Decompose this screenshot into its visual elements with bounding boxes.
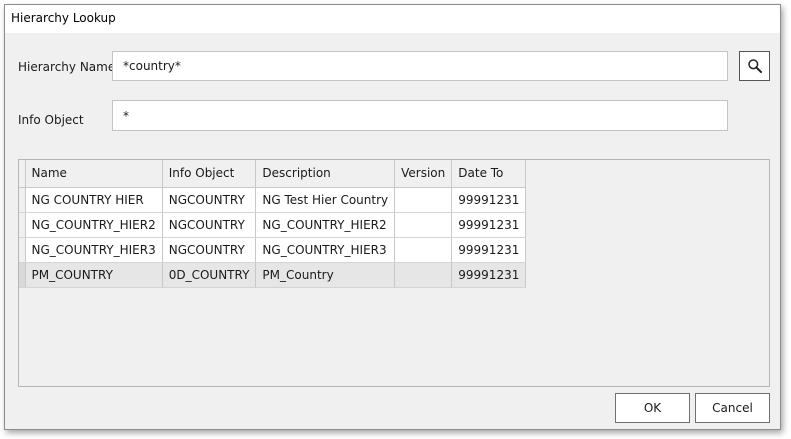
cell-name: NG_COUNTRY_HIER2	[25, 212, 163, 238]
hierarchy-name-label: Hierarchy Name	[18, 60, 116, 74]
search-button[interactable]	[739, 51, 770, 81]
cell-info-object: NGCOUNTRY	[162, 212, 257, 238]
table-header-row: Name Info Object Description Version Dat…	[19, 160, 527, 188]
column-header-version[interactable]: Version	[394, 160, 453, 188]
results-table: Name Info Object Description Version Dat…	[19, 160, 527, 288]
info-object-label: Info Object	[18, 113, 84, 127]
cell-name: NG_COUNTRY_HIER3	[25, 237, 163, 263]
cell-info-object: NGCOUNTRY	[162, 237, 257, 263]
table-row[interactable]: NG_COUNTRY_HIER2 NGCOUNTRY NG_COUNTRY_HI…	[19, 212, 527, 238]
column-header-name[interactable]: Name	[25, 160, 163, 188]
cell-info-object: 0D_COUNTRY	[162, 262, 257, 288]
hierarchy-lookup-dialog: Hierarchy Lookup Hierarchy Name Info Obj…	[4, 4, 781, 430]
cell-version	[394, 187, 453, 213]
dialog-title: Hierarchy Lookup	[11, 11, 116, 25]
table-row[interactable]: NG COUNTRY HIER NGCOUNTRY NG Test Hier C…	[19, 187, 527, 213]
cell-version	[394, 262, 453, 288]
cell-version	[394, 212, 453, 238]
column-header-info-object[interactable]: Info Object	[162, 160, 257, 188]
results-grid: Name Info Object Description Version Dat…	[18, 159, 770, 387]
title-bar: Hierarchy Lookup	[5, 5, 780, 33]
hierarchy-name-input[interactable]	[112, 51, 728, 81]
column-header-description[interactable]: Description	[255, 160, 396, 188]
cell-date-to: 99991231	[451, 187, 527, 213]
ok-button[interactable]: OK	[615, 393, 690, 423]
table-row[interactable]: NG_COUNTRY_HIER3 NGCOUNTRY NG_COUNTRY_HI…	[19, 237, 527, 263]
cell-version	[394, 237, 453, 263]
cell-date-to: 99991231	[451, 237, 527, 263]
info-object-input[interactable]	[112, 100, 728, 131]
cell-description: NG_COUNTRY_HIER2	[255, 212, 396, 238]
cell-date-to: 99991231	[451, 212, 527, 238]
cell-info-object: NGCOUNTRY	[162, 187, 257, 213]
cell-name: PM_COUNTRY	[25, 262, 163, 288]
cell-description: NG Test Hier Country	[255, 187, 396, 213]
cancel-button[interactable]: Cancel	[695, 393, 770, 423]
cell-description: PM_Country	[255, 262, 396, 288]
cell-date-to: 99991231	[451, 262, 527, 288]
cell-name: NG COUNTRY HIER	[25, 187, 163, 213]
cell-description: NG_COUNTRY_HIER3	[255, 237, 396, 263]
column-header-date-to[interactable]: Date To	[451, 160, 527, 188]
search-icon	[747, 59, 762, 73]
table-row-selected[interactable]: PM_COUNTRY 0D_COUNTRY PM_Country 9999123…	[19, 262, 527, 288]
